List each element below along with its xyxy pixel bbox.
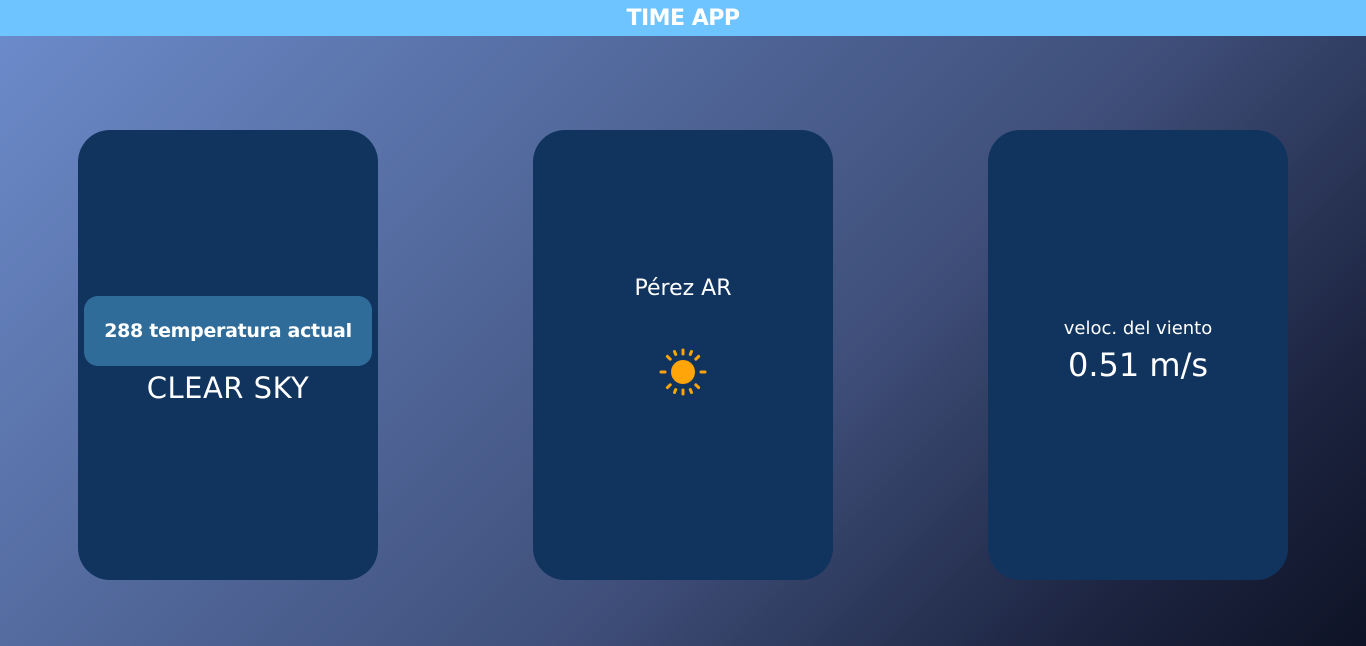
wind-speed-label: veloc. del viento bbox=[1063, 318, 1213, 339]
wind-card: veloc. del viento 0.51 m/s bbox=[988, 130, 1288, 580]
temperature-badge: 288 temperatura actual bbox=[84, 296, 372, 366]
sun-icon bbox=[659, 348, 707, 396]
wind-speed-value: 0.51 m/s bbox=[1067, 346, 1209, 384]
app-title: TIME APP bbox=[626, 5, 740, 31]
city-name: Pérez AR bbox=[634, 276, 732, 301]
app-header: TIME APP bbox=[0, 0, 1366, 36]
location-card: Pérez AR bbox=[533, 130, 833, 580]
weather-description: CLEAR SKY bbox=[146, 371, 310, 405]
temperature-card: 288 temperatura actual CLEAR SKY bbox=[78, 130, 378, 580]
